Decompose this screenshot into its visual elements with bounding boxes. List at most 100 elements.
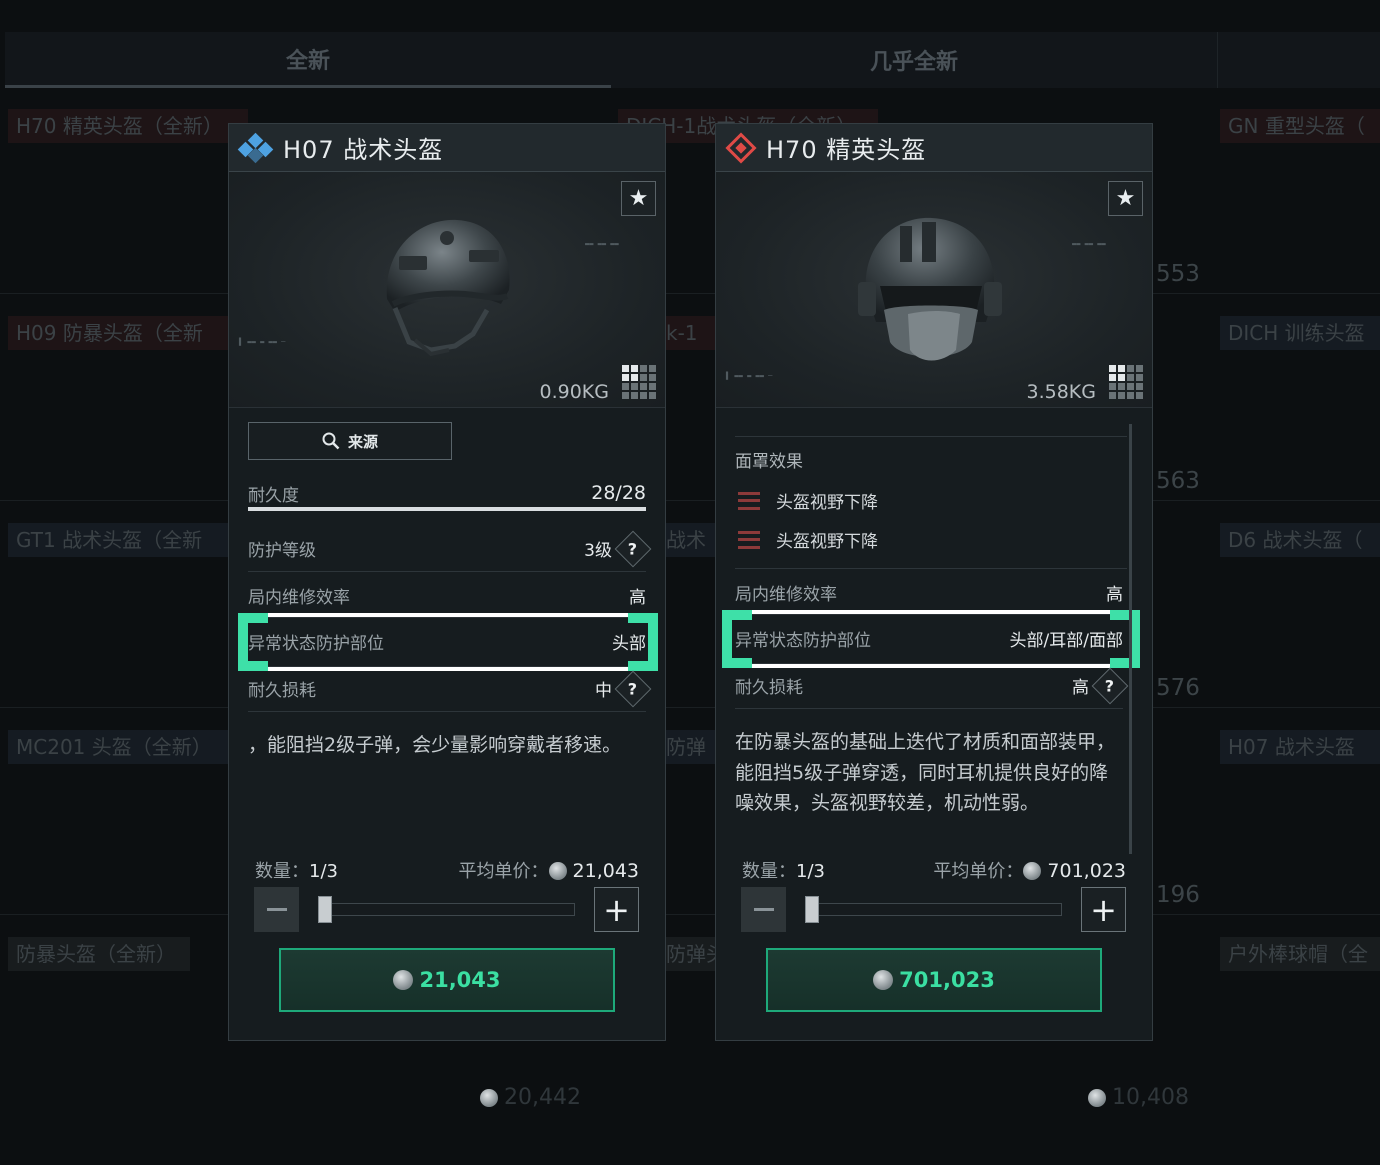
bg-item-price: 196 bbox=[1156, 882, 1200, 908]
bg-item-name[interactable]: D6 战术头盔（ bbox=[1220, 523, 1380, 557]
coin-icon bbox=[548, 862, 567, 880]
durability-wear-value: 高 bbox=[1072, 678, 1089, 698]
detail-scrollbar[interactable] bbox=[1129, 424, 1132, 854]
repair-efficiency-label: 局内维修效率 bbox=[248, 587, 350, 608]
help-icon[interactable]: ? bbox=[1091, 667, 1129, 704]
bg-item-name[interactable]: 防弹 bbox=[664, 730, 716, 764]
plus-icon: + bbox=[1090, 890, 1117, 929]
coin-icon bbox=[393, 970, 414, 990]
quantity-value: 1/3 bbox=[796, 861, 825, 882]
item-weight: 3.58KG bbox=[1026, 381, 1097, 403]
highlight-box bbox=[722, 610, 1140, 668]
vision-debuff-icon bbox=[738, 491, 760, 510]
tab-brand-new[interactable]: 全新 bbox=[5, 32, 611, 88]
item-description: ，能阻挡2级子弹，会少量影响穿戴者移速。 bbox=[248, 734, 622, 756]
bg-item-name[interactable]: GN 重型头盔（ bbox=[1220, 109, 1380, 143]
rarity-red-icon bbox=[725, 131, 757, 164]
search-icon bbox=[322, 432, 340, 450]
deco-text: ▬▬ ▬▬ ▬▬ bbox=[585, 240, 619, 248]
repair-efficiency-value: 高 bbox=[629, 587, 646, 608]
repair-efficiency-value: 高 bbox=[1106, 584, 1123, 605]
bg-item-name[interactable]: GT1 战术头盔（全新 bbox=[8, 523, 230, 557]
quantity-slider-track[interactable] bbox=[319, 903, 575, 916]
quantity-slider-track[interactable] bbox=[806, 903, 1062, 916]
protection-level-value: 3级 bbox=[584, 541, 612, 561]
durability-wear-value-group: 中 ? bbox=[595, 670, 652, 707]
bg-price-text: 20,442 bbox=[504, 1085, 581, 1110]
protection-level-label: 防护等级 bbox=[248, 541, 316, 561]
helmet-h70-image bbox=[858, 217, 1002, 361]
item-weight: 0.90KG bbox=[539, 381, 610, 403]
favorite-star-button[interactable]: ★ bbox=[1108, 181, 1143, 216]
bg-item-name[interactable]: DICH 训练头盔 bbox=[1220, 316, 1380, 350]
quantity-group: 数量：1/3 bbox=[742, 857, 825, 883]
bg-item-name[interactable]: MC201 头盔（全新） bbox=[8, 730, 230, 764]
bg-item-name[interactable]: H09 防暴头盔（全新 bbox=[8, 316, 230, 350]
effect-label: 头盔视野下降 bbox=[776, 493, 878, 513]
bg-price-text: 10,408 bbox=[1112, 1085, 1189, 1110]
durability-value: 28/28 bbox=[591, 482, 646, 504]
source-button[interactable]: 来源 bbox=[248, 422, 452, 460]
quantity-slider-thumb[interactable] bbox=[805, 896, 819, 923]
highlight-box bbox=[238, 613, 658, 671]
plus-icon: + bbox=[603, 890, 630, 929]
increase-quantity-button[interactable]: + bbox=[594, 887, 639, 932]
inventory-grid-icon bbox=[1109, 365, 1143, 399]
deco-text: ▬▬ ▬▬ ▬▬ bbox=[1072, 240, 1106, 248]
bg-item-name[interactable]: H70 精英头盔（全新） bbox=[8, 109, 248, 143]
effect-label: 头盔视野下降 bbox=[776, 532, 878, 552]
tab-almost-new[interactable]: 几乎全新 bbox=[611, 32, 1217, 88]
tab-more[interactable] bbox=[1217, 32, 1380, 88]
increase-quantity-button[interactable]: + bbox=[1081, 887, 1126, 932]
bg-item-name[interactable]: 户外棒球帽（全 bbox=[1220, 937, 1380, 971]
buy-button[interactable]: 701,023 bbox=[766, 948, 1102, 1012]
inventory-grid-icon bbox=[622, 365, 656, 399]
minus-icon bbox=[753, 908, 774, 911]
star-icon: ★ bbox=[1115, 186, 1136, 211]
row-divider bbox=[0, 293, 1380, 294]
bg-item-name[interactable]: 战术 bbox=[664, 523, 716, 557]
bg-item-price: 563 bbox=[1156, 468, 1200, 494]
condition-tabs: 全新 几乎全新 bbox=[5, 32, 1380, 88]
effect-item: 头盔视野下降 bbox=[738, 488, 878, 513]
quantity-label: 数量： bbox=[255, 861, 309, 882]
bg-item-name[interactable]: 防弹头 bbox=[664, 937, 716, 971]
bg-item-price: 553 bbox=[1156, 261, 1200, 287]
help-icon[interactable]: ? bbox=[614, 670, 652, 707]
coin-icon bbox=[873, 970, 894, 990]
minus-icon bbox=[266, 908, 287, 911]
durability-wear-value-group: 高 ? bbox=[1072, 667, 1129, 704]
helmet-h07-image bbox=[386, 219, 510, 357]
item-detail-card-left: H07 战术头盔 ▌ ▬▬ ▬ ▬▬ ─ ▬▬ ▬▬ ▬▬ ★ 0.90KG 来… bbox=[228, 123, 666, 1041]
mask-effect-title: 面罩效果 bbox=[735, 452, 803, 472]
avg-price-label: 平均单价： bbox=[458, 861, 549, 882]
bg-item-price: 576 bbox=[1156, 675, 1200, 701]
quantity-row: 数量：1/3 平均单价： 701,023 bbox=[742, 857, 1126, 883]
durability-wear-row: 耐久损耗 中 ? bbox=[248, 666, 652, 712]
decrease-quantity-button[interactable] bbox=[254, 887, 299, 932]
row-divider bbox=[0, 914, 1380, 915]
durability-wear-row: 耐久损耗 高 ? bbox=[735, 663, 1129, 709]
avg-price-value: 701,023 bbox=[1047, 860, 1126, 882]
quantity-slider-thumb[interactable] bbox=[318, 896, 332, 923]
deco-text: ▌ ▬▬ ▬ ▬▬ ─ bbox=[726, 372, 773, 380]
buy-price: 701,023 bbox=[899, 968, 995, 992]
decrease-quantity-button[interactable] bbox=[741, 887, 786, 932]
bg-item-name[interactable]: H07 战术头盔 bbox=[1220, 730, 1380, 764]
durability-label: 耐久度 bbox=[248, 485, 299, 506]
durability-wear-value: 中 bbox=[595, 681, 612, 701]
bg-item-price: 20,442 bbox=[480, 1085, 581, 1110]
buy-button[interactable]: 21,043 bbox=[279, 948, 615, 1012]
card-header: H70 精英头盔 bbox=[716, 124, 1152, 172]
effect-item: 头盔视野下降 bbox=[738, 527, 878, 552]
item-image-area: ▌ ▬▬ ▬ ▬▬ ─ ▬▬ ▬▬ ▬▬ ★ 3.58KG bbox=[716, 172, 1152, 408]
divider bbox=[735, 436, 1127, 437]
bg-item-name[interactable]: 防暴头盔（全新） bbox=[8, 937, 190, 971]
avg-price-label: 平均单价： bbox=[933, 861, 1024, 882]
help-icon[interactable]: ? bbox=[614, 530, 652, 567]
item-description: 在防暴头盔的基础上迭代了材质和面部装甲，能阻挡5级子弹穿透，同时耳机提供良好的降… bbox=[735, 731, 1116, 814]
durability-wear-label: 耐久损耗 bbox=[735, 678, 803, 698]
star-icon: ★ bbox=[628, 186, 649, 211]
favorite-star-button[interactable]: ★ bbox=[621, 181, 656, 216]
bg-item-name[interactable]: k-1 bbox=[664, 316, 716, 350]
